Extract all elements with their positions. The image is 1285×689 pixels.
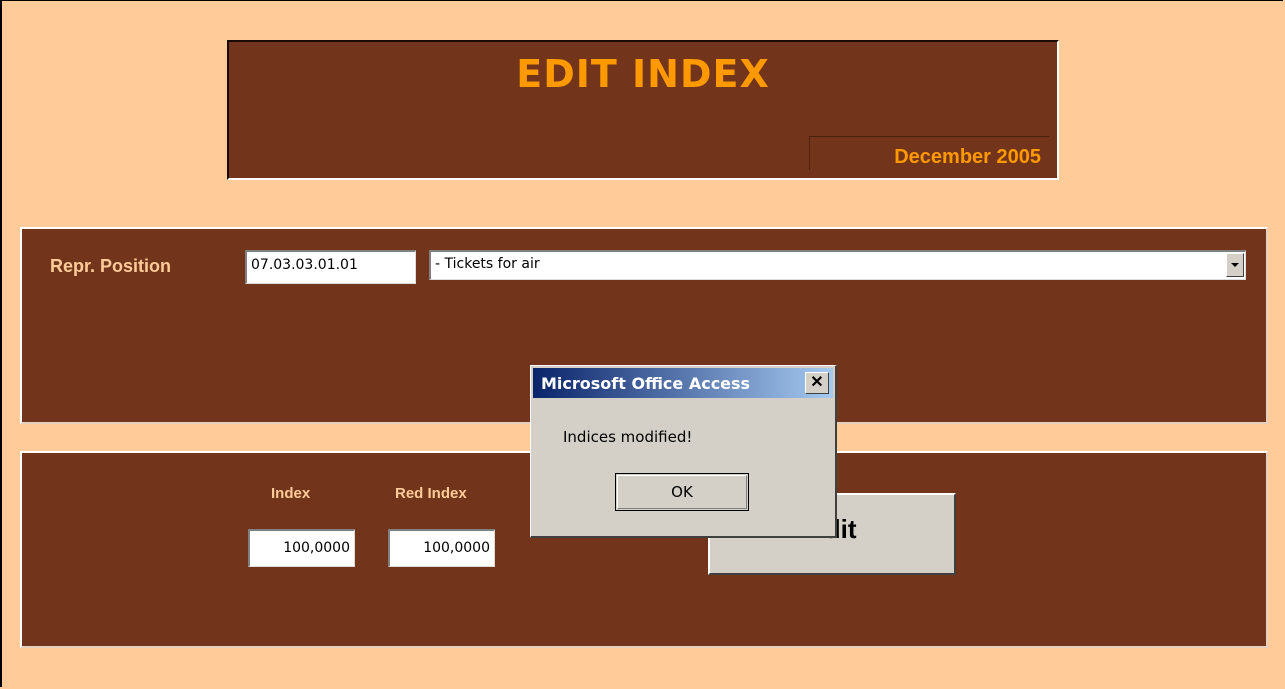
- red-index-label: Red Index: [395, 485, 467, 502]
- chevron-down-icon: [1231, 263, 1239, 267]
- red-index-field[interactable]: 100,0000: [388, 529, 495, 567]
- page-title: EDIT INDEX: [516, 52, 770, 96]
- index-field[interactable]: 100,0000: [248, 529, 355, 567]
- report-date: December 2005: [894, 146, 1041, 168]
- position-code-field[interactable]: 07.03.03.01.01: [245, 250, 416, 284]
- ok-button-label: OK: [671, 483, 693, 501]
- header-panel: EDIT INDEX December 2005: [227, 40, 1059, 180]
- dropdown-button[interactable]: [1226, 253, 1244, 277]
- position-label: Repr. Position: [50, 256, 172, 276]
- message-dialog: Microsoft Office Access ✕ Indices modifi…: [530, 365, 837, 538]
- dialog-title: Microsoft Office Access: [541, 374, 751, 393]
- ok-button[interactable]: OK: [615, 473, 749, 511]
- dialog-message: Indices modified!: [563, 428, 693, 446]
- position-description-combo[interactable]: - Tickets for air: [429, 250, 1246, 280]
- dialog-titlebar[interactable]: Microsoft Office Access ✕: [533, 368, 833, 398]
- index-label: Index: [271, 485, 311, 502]
- close-icon[interactable]: ✕: [805, 372, 829, 394]
- position-description-value: - Tickets for air: [435, 256, 540, 272]
